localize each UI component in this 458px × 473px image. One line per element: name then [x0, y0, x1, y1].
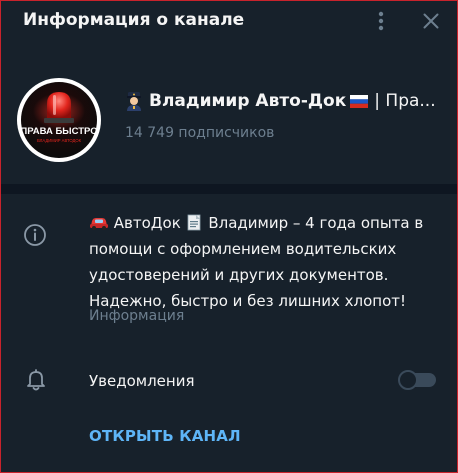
channel-name: Владимир Авто-Док | Пра...	[125, 91, 455, 111]
channel-description-section: АвтоДок Владимир – 4 года опыта в помощи…	[1, 206, 457, 331]
channel-profile: ПРАВА БЫСТРО ВЛАДИМИР АВТОДОК Владимир А…	[1, 61, 457, 171]
document-icon	[186, 213, 204, 231]
description-brand: АвтоДок	[113, 214, 181, 232]
section-divider	[1, 184, 457, 194]
avatar[interactable]: ПРАВА БЫСТРО ВЛАДИМИР АВТОДОК	[16, 77, 102, 163]
notifications-row[interactable]: Уведомления	[1, 363, 457, 399]
close-button[interactable]	[419, 9, 443, 33]
vertical-dots-icon	[378, 11, 384, 31]
avatar-subtitle: ВЛАДИМИР АВТОДОК	[37, 138, 82, 143]
channel-description: АвтоДок Владимир – 4 года опыта в помощи…	[89, 210, 423, 314]
open-channel-button[interactable]: ОТКРЫТЬ КАНАЛ	[89, 427, 241, 445]
channel-info-window: Информация о канале ПРАВА БЫСТРО ВЛАДИМИ…	[0, 0, 458, 473]
channel-name-rest: | Пра...	[374, 91, 436, 111]
toggle-knob	[398, 370, 418, 390]
info-icon	[24, 224, 46, 246]
channel-name-main: Владимир Авто-Док	[149, 91, 347, 111]
menu-button[interactable]	[371, 9, 391, 33]
bell-icon	[27, 369, 45, 391]
red-car-icon	[89, 215, 109, 231]
notifications-label: Уведомления	[89, 372, 195, 390]
description-line-1-rest: Владимир – 4 года опыта в	[208, 214, 424, 232]
page-title: Информация о канале	[23, 10, 245, 30]
description-line-2: помощи с оформлением водительских	[89, 240, 397, 258]
description-line-1: АвтоДок Владимир – 4 года опыта в	[89, 210, 423, 236]
close-icon	[423, 13, 439, 29]
description-line-3: удостоверений и других документов.	[89, 266, 389, 284]
avatar-title: ПРАВА БЫСТРО	[20, 126, 97, 137]
description-caption: Информация	[89, 308, 185, 324]
police-officer-icon	[125, 91, 143, 111]
subscriber-count: 14 749 подписчиков	[125, 125, 275, 141]
notifications-toggle[interactable]	[398, 370, 436, 390]
russia-flag-icon	[350, 94, 369, 108]
header: Информация о канале	[1, 1, 457, 43]
